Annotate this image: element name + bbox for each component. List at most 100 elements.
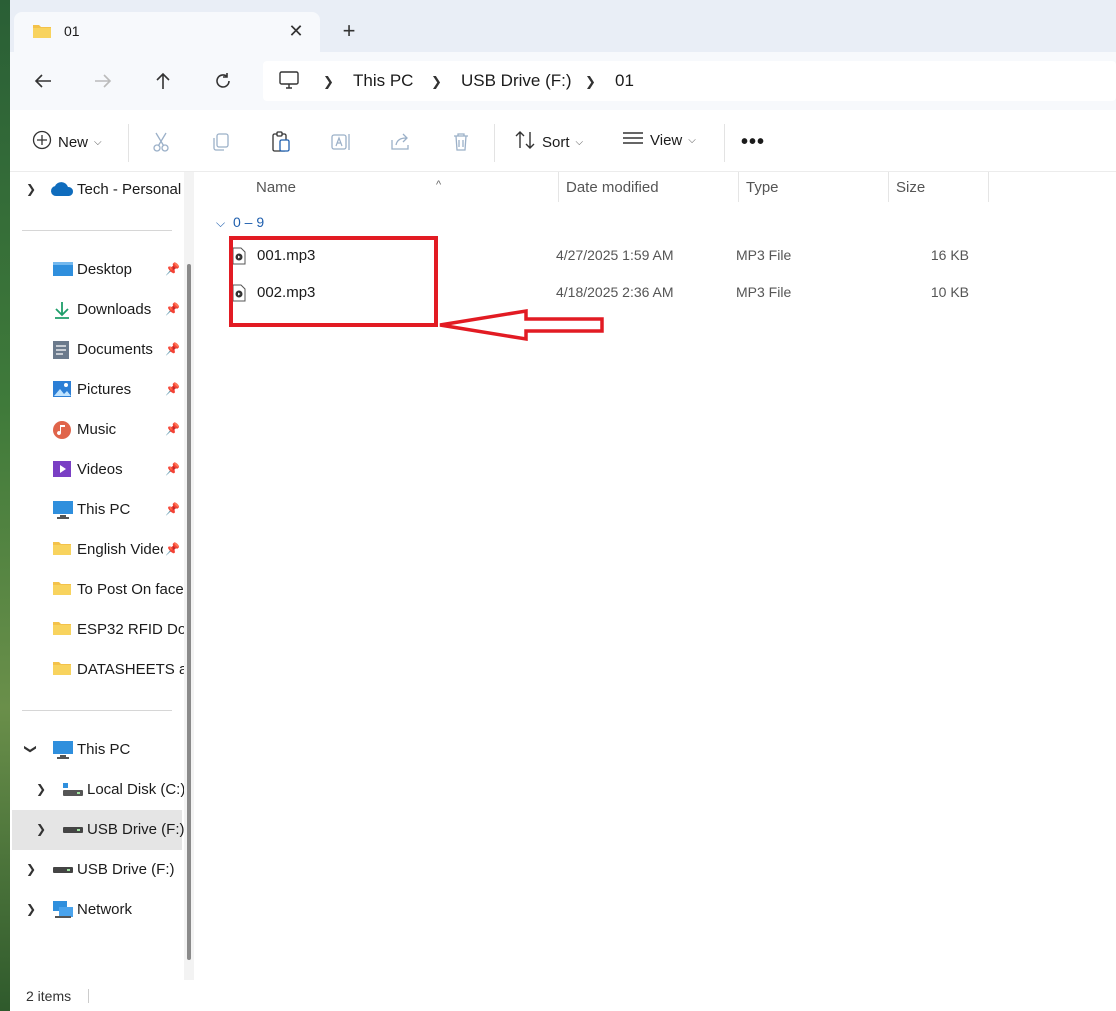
scrollbar-thumb[interactable] (187, 264, 191, 960)
column-header-name[interactable]: Name ^ (246, 172, 559, 202)
sidebar-item-label: Network (77, 901, 133, 918)
tab-01[interactable]: 01 ✕ (14, 12, 320, 52)
rename-icon[interactable] (330, 131, 352, 153)
usb-drive-icon (52, 860, 74, 880)
group-header[interactable]: ⌵ 0 – 9 (216, 214, 264, 231)
sidebar-item-label: DATASHEETS and (77, 661, 184, 678)
sidebar-item-datasheets[interactable]: DATASHEETS and (10, 652, 194, 688)
sidebar-item-music[interactable]: Music 📌 (10, 412, 194, 448)
chevron-right-icon[interactable]: ❯ (36, 782, 46, 796)
sidebar-item-label: English Videos (77, 541, 163, 558)
sidebar-item-english-videos[interactable]: English Videos 📌 (10, 532, 194, 568)
sidebar-item-onedrive[interactable]: ❯ Tech - Personal (10, 172, 194, 208)
navigation-pane: ❯ Tech - Personal Desktop 📌 Downloads 📌 (10, 172, 194, 980)
column-header-type[interactable]: Type (739, 172, 889, 202)
sidebar-item-label: USB Drive (F:) (87, 821, 185, 838)
sidebar-item-label: This PC (77, 741, 131, 758)
view-button[interactable]: View ⌵ (622, 130, 696, 150)
onedrive-cloud-icon (50, 181, 74, 201)
column-header-date[interactable]: Date modified (559, 172, 739, 202)
file-date: 4/18/2025 2:36 AM (556, 284, 674, 300)
file-explorer-window: 01 ✕ + ❯ This PC ❯ USB Drive (F:) ❯ 01 N… (10, 0, 1116, 1011)
file-type: MP3 File (736, 284, 792, 300)
group-label: 0 – 9 (233, 214, 265, 230)
chevron-down-icon: ⌵ (688, 134, 696, 146)
delete-icon[interactable] (450, 131, 472, 153)
breadcrumb-usb-drive[interactable]: USB Drive (F:) (461, 71, 572, 91)
back-arrow-icon[interactable] (30, 68, 56, 94)
sort-button[interactable]: Sort ⌵ (514, 130, 583, 154)
annotation-arrow (439, 308, 604, 342)
chevron-down-icon: ⌵ (94, 136, 102, 148)
breadcrumb-this-pc[interactable]: This PC (353, 71, 413, 91)
sidebar-item-network[interactable]: ❯ Network (10, 892, 194, 928)
file-size: 10 KB (930, 284, 969, 300)
copy-icon[interactable] (210, 131, 232, 153)
pin-icon[interactable]: 📌 (165, 382, 180, 396)
pin-icon[interactable]: 📌 (165, 542, 180, 556)
divider (494, 124, 495, 162)
sidebar-item-label: Tech - Personal (77, 181, 182, 198)
column-header-label: Name (256, 179, 297, 196)
sidebar-item-videos[interactable]: Videos 📌 (10, 452, 194, 488)
chevron-right-icon[interactable]: ❯ (26, 182, 36, 196)
cut-icon[interactable] (150, 131, 172, 153)
more-options-icon[interactable]: ••• (741, 131, 764, 153)
new-label: New (58, 133, 89, 151)
column-header-label: Type (746, 179, 779, 196)
sidebar-item-this-pc-pinned[interactable]: This PC 📌 (10, 492, 194, 528)
divider (724, 124, 725, 162)
new-tab-icon[interactable]: + (336, 18, 362, 44)
sidebar-item-to-post-on-facebook[interactable]: To Post On facebook (10, 572, 194, 608)
pin-icon[interactable]: 📌 (165, 342, 180, 356)
chevron-right-icon[interactable]: ❯ (26, 862, 36, 876)
address-bar[interactable]: ❯ This PC ❯ USB Drive (F:) ❯ 01 (263, 61, 1116, 101)
sidebar-item-local-disk-c[interactable]: ❯ Local Disk (C:) (10, 772, 194, 808)
sidebar-item-label: Downloads (77, 301, 152, 318)
chevron-right-icon: ❯ (585, 74, 596, 89)
sidebar-item-label: Desktop (77, 261, 133, 278)
sidebar-item-documents[interactable]: Documents 📌 (10, 332, 194, 368)
folder-icon (52, 580, 74, 600)
pin-icon[interactable]: 📌 (165, 302, 180, 316)
breadcrumb-01[interactable]: 01 (615, 71, 634, 91)
sidebar-item-usb-drive-f[interactable]: ❯ USB Drive (F:) (10, 852, 194, 888)
chevron-right-icon[interactable]: ❯ (26, 902, 36, 916)
sidebar-item-pictures[interactable]: Pictures 📌 (10, 372, 194, 408)
folder-icon (52, 660, 74, 680)
sidebar-item-label: Documents (77, 341, 153, 358)
forward-arrow-icon[interactable] (90, 68, 116, 94)
download-arrow-icon (52, 300, 74, 320)
file-type: MP3 File (736, 247, 792, 263)
usb-drive-icon (62, 820, 84, 840)
chevron-right-icon[interactable]: ❯ (36, 822, 46, 836)
sidebar-item-downloads[interactable]: Downloads 📌 (10, 292, 194, 328)
refresh-icon[interactable] (210, 68, 236, 94)
paste-icon[interactable] (270, 131, 292, 153)
tab-strip: 01 ✕ + (10, 0, 1116, 52)
pin-icon[interactable]: 📌 (165, 502, 180, 516)
sidebar-item-label: Pictures (77, 381, 132, 398)
chevron-right-icon: ❯ (323, 74, 334, 89)
sidebar-item-desktop[interactable]: Desktop 📌 (10, 252, 194, 288)
column-header-size[interactable]: Size (889, 172, 989, 202)
column-header-label: Date modified (566, 179, 659, 196)
chevron-down-icon[interactable]: ❯ (24, 744, 38, 754)
sidebar-item-this-pc[interactable]: ❯ This PC (10, 732, 194, 768)
item-count: 2 items (26, 988, 72, 1004)
sidebar-scrollbar[interactable] (184, 172, 194, 980)
pin-icon[interactable]: 📌 (165, 262, 180, 276)
up-arrow-icon[interactable] (150, 68, 176, 94)
new-button[interactable]: New ⌵ (32, 130, 102, 154)
pin-icon[interactable]: 📌 (165, 422, 180, 436)
pin-icon[interactable]: 📌 (165, 462, 180, 476)
sidebar-item-usb-drive-f-selected[interactable]: ❯ USB Drive (F:) (12, 810, 185, 850)
share-icon[interactable] (390, 131, 412, 153)
sidebar-item-esp32-rfid-door[interactable]: ESP32 RFID Door (10, 612, 194, 648)
close-icon[interactable]: ✕ (284, 19, 308, 43)
sort-icon (514, 130, 536, 154)
monitor-icon (52, 500, 74, 520)
sidebar-item-label: Music (77, 421, 117, 438)
sidebar-item-label: Local Disk (C:) (87, 781, 186, 798)
status-bar: 2 items (10, 980, 1116, 1011)
